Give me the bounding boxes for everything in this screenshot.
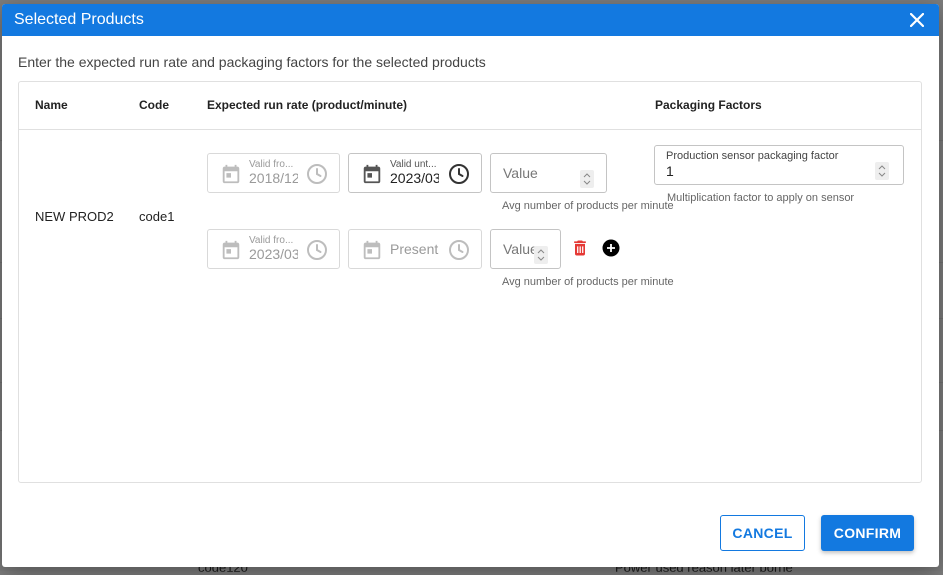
valid-from-label: Valid fro...: [249, 235, 294, 246]
valid-from-field[interactable]: Valid fro... 2018/12: [207, 153, 340, 193]
valid-from-field[interactable]: Valid fro... 2023/03: [207, 229, 340, 269]
packaging-factor-input[interactable]: Production sensor packaging factor 1: [654, 145, 904, 185]
calendar-icon: [222, 240, 240, 260]
packaging-factor-helper: Multiplication factor to apply on sensor: [667, 192, 855, 204]
selected-products-dialog: Selected Products Enter the expected run…: [2, 4, 939, 567]
run-rate-helper: Avg number of products per minute: [502, 200, 674, 212]
delete-icon[interactable]: [570, 238, 590, 258]
calendar-icon: [363, 240, 381, 260]
valid-until-value: 2023/03: [390, 170, 439, 186]
clock-icon[interactable]: [305, 238, 329, 262]
dialog-subtitle: Enter the expected run rate and packagin…: [18, 54, 486, 70]
clock-icon[interactable]: [447, 162, 471, 186]
add-circle-icon[interactable]: [602, 239, 620, 257]
run-rate-value-input[interactable]: Value: [490, 153, 607, 193]
number-stepper[interactable]: [580, 170, 594, 188]
valid-until-field[interactable]: Present: [348, 229, 482, 269]
valid-from-value: 2018/12: [249, 170, 298, 186]
valid-until-field[interactable]: Valid unt... 2023/03: [348, 153, 482, 193]
header-run-rate: Expected run rate (product/minute): [207, 98, 408, 112]
calendar-icon: [222, 164, 240, 184]
run-rate-helper: Avg number of products per minute: [502, 276, 674, 288]
product-name: NEW PROD2: [35, 209, 114, 224]
dialog-header: Selected Products: [2, 4, 939, 36]
clock-icon[interactable]: [447, 238, 471, 262]
confirm-button[interactable]: CONFIRM: [821, 515, 914, 551]
close-icon[interactable]: [907, 10, 927, 30]
header-name: Name: [35, 98, 68, 112]
header-packaging: Packaging Factors: [655, 98, 762, 112]
dialog-title: Selected Products: [14, 11, 144, 28]
table-header: Name Code Expected run rate (product/min…: [19, 82, 921, 130]
header-code: Code: [139, 98, 169, 112]
valid-until-label: Valid unt...: [390, 159, 437, 170]
packaging-factor-value: 1: [666, 163, 674, 179]
products-table: Name Code Expected run rate (product/min…: [18, 81, 922, 483]
clock-icon[interactable]: [305, 162, 329, 186]
valid-from-value: 2023/03: [249, 246, 298, 262]
valid-from-label: Valid fro...: [249, 159, 294, 170]
calendar-icon: [363, 164, 381, 184]
number-stepper[interactable]: [875, 162, 889, 180]
value-placeholder: Value: [503, 165, 538, 181]
value-placeholder: Value: [503, 241, 538, 257]
packaging-factor-label: Production sensor packaging factor: [666, 150, 839, 162]
number-stepper[interactable]: [534, 246, 548, 264]
valid-until-placeholder: Present: [390, 241, 439, 257]
product-code: code1: [139, 209, 175, 224]
run-rate-value-input[interactable]: Value: [490, 229, 561, 269]
cancel-button[interactable]: CANCEL: [720, 515, 805, 551]
